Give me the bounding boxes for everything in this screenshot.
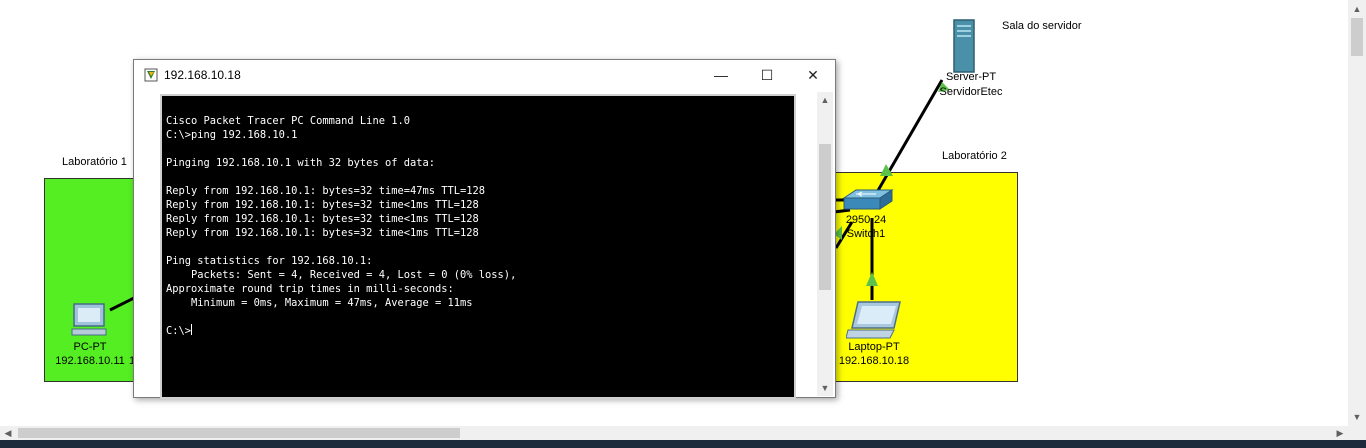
window-title: 192.168.10.18: [164, 68, 241, 82]
terminal-scroll-thumb[interactable]: [819, 144, 831, 290]
workspace-vertical-scrollbar[interactable]: ▲ ▼: [1348, 0, 1366, 426]
pc-icon[interactable]: [70, 302, 110, 338]
switch-type-label: 2950-24: [845, 214, 887, 226]
packet-tracer-app-icon: [144, 68, 158, 82]
lab1-label: Laboratório 1: [62, 156, 127, 168]
terminal-prompt: C:\>: [166, 325, 192, 337]
pc-type-label: PC-PT: [73, 341, 107, 353]
server-icon[interactable]: [952, 18, 976, 74]
server-name-label: ServidorEtec: [939, 86, 1003, 98]
switch-name-label: Switch1: [846, 228, 886, 240]
vertical-scroll-thumb[interactable]: [1351, 18, 1363, 56]
workspace-horizontal-scrollbar[interactable]: ◀ ▶: [0, 426, 1348, 440]
scroll-left-arrow-icon[interactable]: ◀: [0, 426, 16, 440]
minimize-button[interactable]: —: [698, 60, 744, 90]
terminal-scroll-down-icon[interactable]: ▼: [817, 380, 833, 396]
laptop-type-label: Laptop-PT: [848, 341, 900, 353]
taskbar-strip: [0, 440, 1366, 448]
pc-command-window[interactable]: 192.168.10.18 — ☐ ✕ Cisco Packet Tracer …: [133, 59, 836, 399]
terminal-scroll-up-icon[interactable]: ▲: [817, 92, 833, 108]
terminal-lines: Cisco Packet Tracer PC Command Line 1.0 …: [166, 115, 517, 309]
terminal-frame: Cisco Packet Tracer PC Command Line 1.0 …: [160, 94, 796, 399]
close-button[interactable]: ✕: [790, 60, 836, 90]
terminal-scrollbar[interactable]: ▲ ▼: [817, 92, 833, 396]
horizontal-scroll-thumb[interactable]: [18, 428, 460, 438]
lab2-label: Laboratório 2: [942, 150, 1007, 162]
laptop-ip-label: 192.168.10.18: [838, 355, 910, 367]
maximize-button[interactable]: ☐: [744, 60, 790, 90]
scroll-up-arrow-icon[interactable]: ▲: [1348, 1, 1366, 17]
text-cursor: [191, 324, 193, 335]
scroll-right-arrow-icon[interactable]: ▶: [1332, 426, 1348, 440]
server-type-label: Server-PT: [945, 71, 997, 83]
scrollbar-corner: [1348, 426, 1366, 440]
scroll-down-arrow-icon[interactable]: ▼: [1348, 409, 1366, 425]
pc-ip-label: 192.168.10.11: [55, 355, 125, 367]
switch-icon[interactable]: [842, 186, 894, 212]
terminal-output[interactable]: Cisco Packet Tracer PC Command Line 1.0 …: [166, 114, 786, 392]
window-titlebar[interactable]: 192.168.10.18 — ☐ ✕: [134, 60, 835, 90]
laptop-icon[interactable]: [846, 300, 902, 340]
server-room-label: Sala do servidor: [1002, 20, 1082, 32]
